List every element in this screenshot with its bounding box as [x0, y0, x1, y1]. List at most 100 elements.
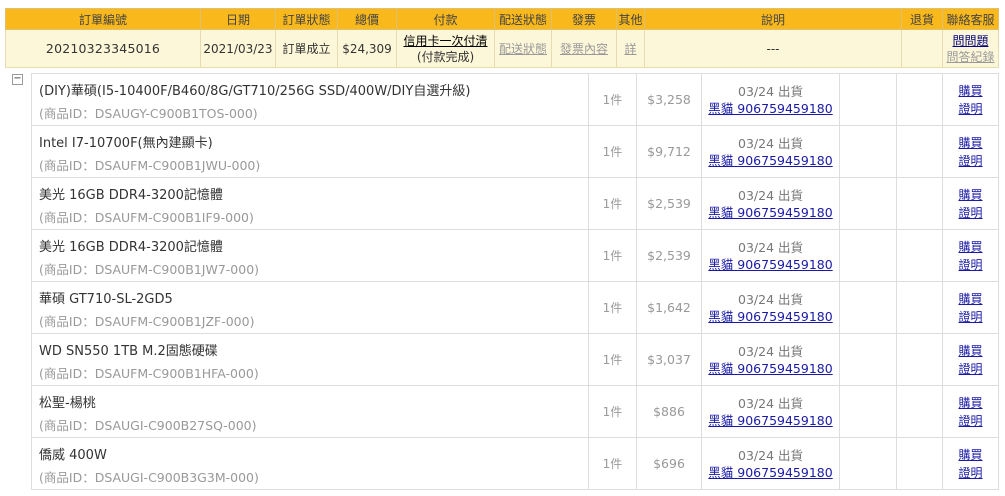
empty-cell — [896, 125, 943, 178]
purchase-proof-link-line2[interactable]: 證明 — [944, 360, 998, 378]
shipment-cell: 03/24 出貨 黑貓 906759459180 — [701, 385, 840, 438]
shipment-cell: 03/24 出貨 黑貓 906759459180 — [701, 73, 840, 126]
purchase-proof-cell: 購買 證明 — [942, 229, 999, 282]
order-summary-table: 訂單編號 日期 訂單狀態 總價 付款 配送狀態 發票 其他 說明 退貨 聯絡客服… — [5, 8, 999, 68]
contact-cell: 問問題 問答紀錄 — [942, 29, 999, 68]
shipment-cell: 03/24 出貨 黑貓 906759459180 — [701, 333, 840, 386]
header-return: 退貨 — [901, 8, 943, 30]
empty-cell — [839, 281, 897, 334]
table-row: 松聖-楊桃 (商品ID：DSAUGI-C900B27SQ-000) 1件 $88… — [31, 385, 999, 438]
purchase-proof-link-line2[interactable]: 證明 — [944, 204, 998, 222]
invoice-cell: 發票內容 — [551, 29, 617, 68]
tracking-link[interactable]: 黑貓 906759459180 — [703, 256, 839, 273]
purchase-proof-link[interactable]: 購買 — [944, 342, 998, 360]
qa-history-link[interactable]: 問答紀錄 — [944, 49, 998, 65]
quantity: 1件 — [588, 333, 637, 386]
purchase-proof-link[interactable]: 購買 — [944, 82, 998, 100]
empty-cell — [839, 125, 897, 178]
quantity: 1件 — [588, 125, 637, 178]
payment-method-link[interactable]: 信用卡一次付清 — [398, 33, 494, 49]
details-link[interactable]: 詳 — [624, 42, 636, 56]
ship-date: 03/24 出貨 — [738, 83, 803, 99]
header-order-no: 訂單編號 — [5, 8, 201, 30]
header-invoice: 發票 — [551, 8, 617, 30]
payment-status: (付款完成) — [416, 49, 475, 64]
shipping-status-cell: 配送狀態 — [494, 29, 552, 68]
purchase-proof-link[interactable]: 購買 — [944, 290, 998, 308]
empty-cell — [896, 281, 943, 334]
empty-cell — [839, 437, 897, 490]
tracking-link[interactable]: 黑貓 906759459180 — [703, 412, 839, 429]
header-shipping: 配送狀態 — [494, 8, 552, 30]
product-cell: WD SN550 1TB M.2固態硬碟 (商品ID：DSAUFM-C900B1… — [31, 333, 589, 386]
purchase-proof-link-line2[interactable]: 證明 — [944, 100, 998, 118]
price: $696 — [636, 437, 702, 490]
table-row: WD SN550 1TB M.2固態硬碟 (商品ID：DSAUFM-C900B1… — [31, 333, 999, 386]
purchase-proof-cell: 購買 證明 — [942, 385, 999, 438]
price: $886 — [636, 385, 702, 438]
header-other: 其他 — [616, 8, 645, 30]
product-cell: 華碩 GT710-SL-2GD5 (商品ID：DSAUFM-C900B1JZF-… — [31, 281, 589, 334]
product-name: Intel I7-10700F(無內建顯卡) — [39, 136, 213, 151]
quantity: 1件 — [588, 73, 637, 126]
product-cell: (DIY)華碩(I5-10400F/B460/8G/GT710/256G SSD… — [31, 73, 589, 126]
ship-date: 03/24 出貨 — [738, 447, 803, 463]
price: $9,712 — [636, 125, 702, 178]
invoice-content-link[interactable]: 發票內容 — [560, 42, 608, 56]
tracking-link[interactable]: 黑貓 906759459180 — [703, 152, 839, 169]
order-total: $24,309 — [337, 29, 397, 68]
empty-cell — [839, 73, 897, 126]
ship-date: 03/24 出貨 — [738, 291, 803, 307]
purchase-proof-link[interactable]: 購買 — [944, 394, 998, 412]
header-payment: 付款 — [396, 8, 495, 30]
purchase-proof-link[interactable]: 購買 — [944, 238, 998, 256]
quantity: 1件 — [588, 229, 637, 282]
ship-date: 03/24 出貨 — [738, 187, 803, 203]
purchase-proof-link[interactable]: 購買 — [944, 446, 998, 464]
empty-cell — [839, 229, 897, 282]
other-cell: 詳 — [616, 29, 645, 68]
purchase-proof-link-line2[interactable]: 證明 — [944, 308, 998, 326]
purchase-proof-cell: 購買 證明 — [942, 177, 999, 230]
header-total: 總價 — [337, 8, 397, 30]
purchase-proof-link[interactable]: 購買 — [944, 186, 998, 204]
header-status: 訂單狀態 — [275, 8, 338, 30]
header-description: 說明 — [644, 8, 902, 30]
product-id: (商品ID：DSAUFM-C900B1JZF-000) — [39, 314, 255, 329]
price: $2,539 — [636, 229, 702, 282]
purchase-proof-cell: 購買 證明 — [942, 281, 999, 334]
product-id: (商品ID：DSAUGY-C900B1TOS-000) — [39, 106, 258, 121]
tracking-link[interactable]: 黑貓 906759459180 — [703, 308, 839, 325]
tracking-link[interactable]: 黑貓 906759459180 — [703, 464, 839, 481]
product-cell: 松聖-楊桃 (商品ID：DSAUGI-C900B27SQ-000) — [31, 385, 589, 438]
purchase-proof-link-line2[interactable]: 證明 — [944, 256, 998, 274]
price: $3,037 — [636, 333, 702, 386]
purchase-proof-link-line2[interactable]: 證明 — [944, 152, 998, 170]
product-cell: 美光 16GB DDR4-3200記憶體 (商品ID：DSAUFM-C900B1… — [31, 229, 589, 282]
purchase-proof-link-line2[interactable]: 證明 — [944, 464, 998, 482]
collapse-toggle-icon[interactable]: − — [12, 74, 23, 85]
empty-cell — [896, 229, 943, 282]
header-contact: 聯絡客服 — [942, 8, 999, 30]
empty-cell — [839, 333, 897, 386]
ship-date: 03/24 出貨 — [738, 343, 803, 359]
product-id: (商品ID：DSAUFM-C900B1IF9-000) — [39, 210, 254, 225]
product-cell: 美光 16GB DDR4-3200記憶體 (商品ID：DSAUFM-C900B1… — [31, 177, 589, 230]
tracking-link[interactable]: 黑貓 906759459180 — [703, 360, 839, 377]
product-id: (商品ID：DSAUFM-C900B1HFA-000) — [39, 366, 259, 381]
purchase-proof-cell: 購買 證明 — [942, 125, 999, 178]
shipment-cell: 03/24 出貨 黑貓 906759459180 — [701, 177, 840, 230]
tracking-link[interactable]: 黑貓 906759459180 — [703, 100, 839, 117]
purchase-proof-link[interactable]: 購買 — [944, 134, 998, 152]
order-date: 2021/03/23 — [200, 29, 276, 68]
table-row: (DIY)華碩(I5-10400F/B460/8G/GT710/256G SSD… — [31, 73, 999, 126]
order-number: 20210323345016 — [5, 29, 201, 68]
purchase-proof-link-line2[interactable]: 證明 — [944, 412, 998, 430]
header-date: 日期 — [200, 8, 276, 30]
product-id: (商品ID：DSAUFM-C900B1JW7-000) — [39, 262, 260, 277]
order-info-row: 20210323345016 2021/03/23 訂單成立 $24,309 信… — [5, 29, 999, 68]
shipping-status-link[interactable]: 配送狀態 — [499, 42, 547, 56]
ask-question-link[interactable]: 問問題 — [944, 33, 998, 49]
tracking-link[interactable]: 黑貓 906759459180 — [703, 204, 839, 221]
product-id: (商品ID：DSAUGI-C900B27SQ-000) — [39, 418, 257, 433]
